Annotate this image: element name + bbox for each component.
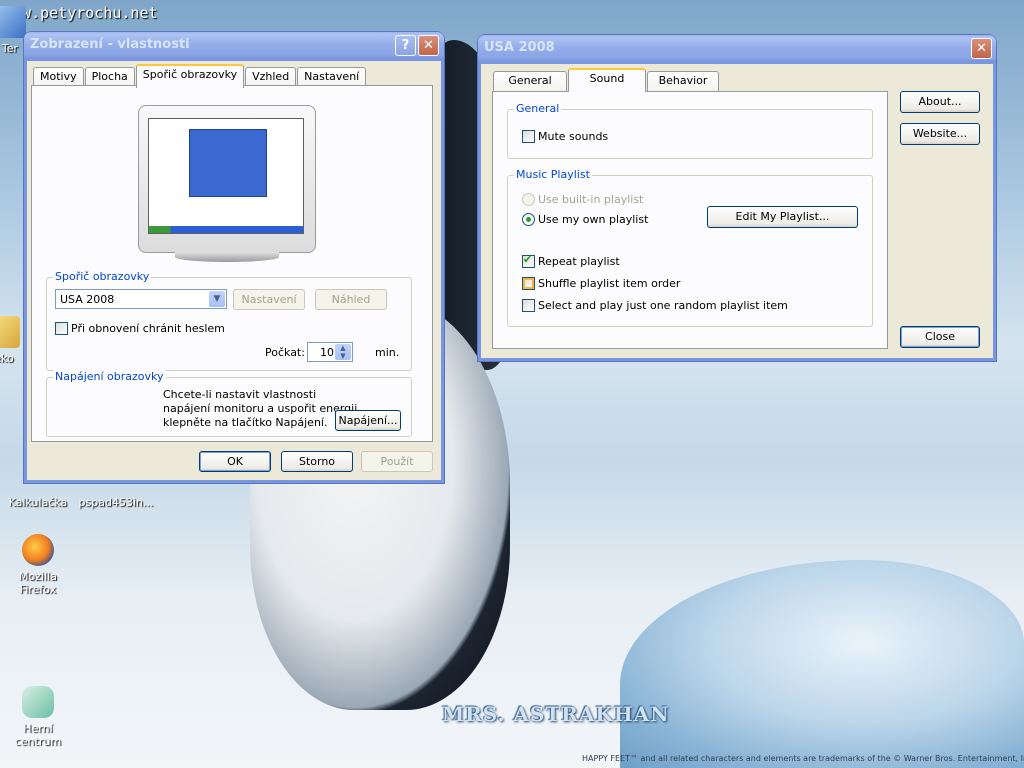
usa2008-window[interactable]: USA 2008 ✕ General Sound Behavior Genera… [478, 35, 996, 361]
screensaver-group-label: Spořič obrazovky [53, 270, 152, 283]
playlist-group-label: Music Playlist [514, 168, 592, 181]
general-group-label: General [514, 102, 562, 115]
display-window-client: Motivy Plocha Spořič obrazovky Vzhled Na… [27, 61, 441, 480]
sound-panel: General Mute sounds Music Playlist Use b… [492, 91, 888, 349]
tab-strip: General Sound Behavior [493, 68, 720, 92]
display-window-titlebar[interactable]: Zobrazení - vlastnosti ? ✕ [24, 32, 444, 58]
computer-icon [0, 6, 26, 38]
apply-button[interactable]: Použít [361, 451, 433, 472]
wait-unit: min. [375, 346, 400, 359]
ok-button[interactable]: OK [199, 451, 271, 472]
desktop-icon-label: Herní centrum [14, 722, 62, 748]
desktop-icon-label: Kalkulačka [8, 496, 68, 509]
tab-vzhled[interactable]: Vzhled [245, 67, 297, 87]
repeat-checkbox[interactable] [522, 253, 535, 268]
preview-taskbar [149, 226, 303, 233]
tab-behavior[interactable]: Behavior [647, 71, 719, 91]
desktop-icon-label: Ter [1, 42, 19, 55]
power-text-line2: napájení monitoru a uspořit energii, [163, 402, 361, 415]
tab-nastaveni[interactable]: Nastavení [297, 67, 367, 87]
usa-window-client: General Sound Behavior General Mute soun… [481, 64, 993, 358]
wait-value: 10 [320, 346, 334, 359]
tab-sound[interactable]: Sound [568, 68, 646, 92]
desktop-icon-games[interactable]: Herní centrum [0, 686, 76, 748]
repeat-label: Repeat playlist [538, 255, 620, 268]
power-group: Napájení obrazovky Chcete-li nastavit vl… [46, 370, 412, 437]
close-button[interactable]: ✕ [971, 38, 992, 59]
preview-window [189, 129, 267, 197]
wallpaper-copyright: HAPPY FEET™ and all related characters a… [582, 754, 1024, 763]
gamepad-icon [22, 686, 54, 718]
shuffle-label: Shuffle playlist item order [538, 277, 681, 290]
playlist-group: Music Playlist Use built-in playlist Use… [507, 168, 873, 327]
general-group: General Mute sounds [507, 102, 873, 159]
desktop-icon-label: pspad453in... [78, 496, 154, 509]
spinner-arrows-icon[interactable]: ▲ ▼ [335, 344, 351, 360]
screensaver-select-value: USA 2008 [60, 293, 115, 306]
tab-motivy[interactable]: Motivy [33, 67, 84, 87]
power-text-line3: klepněte na tlačítko Napájení. [163, 416, 328, 429]
window-title: Zobrazení - vlastnosti [30, 37, 190, 52]
cancel-button[interactable]: Storno [281, 451, 353, 472]
firefox-icon [22, 534, 54, 566]
power-text-line1: Chcete-li nastavit vlastnosti [163, 388, 317, 401]
tab-screensaver[interactable]: Spořič obrazovky [135, 64, 245, 88]
usa-window-titlebar[interactable]: USA 2008 ✕ [478, 35, 996, 61]
screensaver-select[interactable]: USA 2008 ▼ [55, 289, 227, 309]
mute-label: Mute sounds [538, 130, 609, 143]
desktop-icon-firefox[interactable]: Mozilla Firefox [0, 534, 76, 596]
edit-playlist-button[interactable]: Edit My Playlist... [707, 206, 858, 228]
wallpaper-ice [620, 560, 1024, 768]
password-label: Při obnovení chránit heslem [71, 322, 225, 335]
display-properties-window[interactable]: Zobrazení - vlastnosti ? ✕ Motivy Plocha… [24, 32, 444, 483]
random-item-label: Select and play just one random playlist… [538, 299, 788, 312]
builtin-playlist-label: Use built-in playlist [538, 193, 644, 206]
shuffle-checkbox[interactable] [522, 277, 535, 290]
desktop-icon-label: eko [0, 352, 14, 365]
desktop-icon-label: Mozilla Firefox [19, 570, 57, 596]
close-dialog-button[interactable]: Close [900, 326, 980, 348]
builtin-playlist-radio[interactable] [522, 193, 535, 206]
screensaver-group: Spořič obrazovky USA 2008 ▼ Nastavení Ná… [46, 270, 412, 371]
tab-plocha[interactable]: Plocha [84, 67, 135, 87]
screensaver-preview-button[interactable]: Náhled [315, 289, 387, 310]
window-title: USA 2008 [484, 40, 555, 55]
close-button[interactable]: ✕ [418, 35, 439, 56]
folder-icon [0, 316, 20, 348]
random-item-checkbox[interactable] [522, 299, 535, 312]
help-button[interactable]: ? [395, 35, 416, 56]
wait-label: Počkat: [265, 346, 305, 359]
screensaver-settings-button[interactable]: Nastavení [233, 289, 305, 310]
monitor-base [175, 252, 279, 262]
preview-screen [148, 118, 304, 234]
about-button[interactable]: About... [900, 91, 980, 113]
tab-general[interactable]: General [493, 71, 567, 91]
screensaver-panel: Spořič obrazovky USA 2008 ▼ Nastavení Ná… [31, 85, 433, 442]
wait-spinner[interactable]: 10 ▲ ▼ [307, 342, 353, 362]
wallpaper-brand: MRS. ASTRAKHAN [442, 702, 670, 726]
power-group-label: Napájení obrazovky [53, 370, 166, 383]
monitor-preview [138, 105, 316, 262]
mute-checkbox[interactable] [522, 130, 535, 143]
own-playlist-radio[interactable] [522, 213, 535, 226]
own-playlist-label: Use my own playlist [538, 213, 649, 226]
chevron-down-icon[interactable]: ▼ [209, 291, 225, 307]
website-button[interactable]: Website... [900, 123, 980, 145]
password-checkbox[interactable] [55, 322, 68, 335]
power-button[interactable]: Napájení... [335, 410, 401, 431]
